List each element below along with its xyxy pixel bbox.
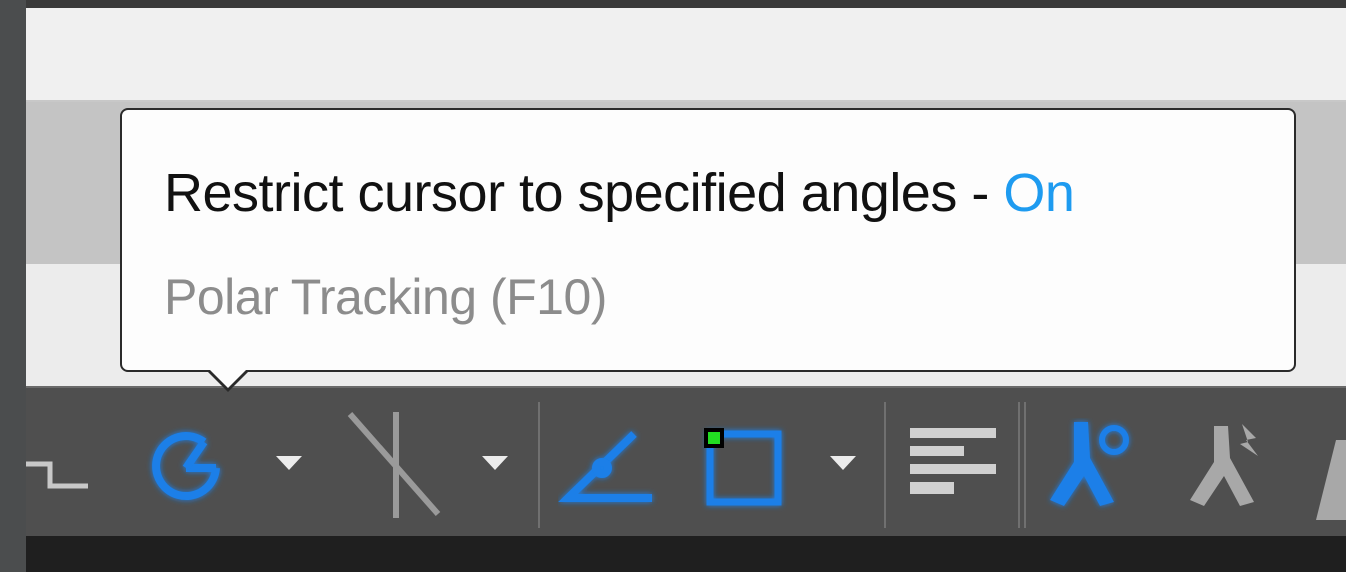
- status-group-separator: [884, 402, 886, 528]
- status-group-separator: [1018, 402, 1020, 528]
- object-snap-icon[interactable]: [698, 422, 788, 512]
- annotation-visibility-icon[interactable]: [1044, 418, 1144, 518]
- title-bar-edge: [26, 0, 1346, 8]
- tooltip-description-text: Restrict cursor to specified angles -: [164, 163, 1004, 223]
- polar-tracking-tooltip: Restrict cursor to specified angles - On…: [120, 108, 1296, 372]
- object-snap-tracking-icon[interactable]: [558, 422, 662, 508]
- toolbar-area: [26, 8, 1346, 100]
- tooltip-state: On: [1003, 163, 1075, 223]
- object-snap-dropdown-icon[interactable]: [826, 450, 862, 474]
- tooltip-command-name: Polar Tracking (F10): [164, 269, 607, 325]
- status-group-separator: [1024, 402, 1026, 528]
- isometric-drafting-dropdown-icon[interactable]: [478, 450, 514, 474]
- isometric-drafting-icon[interactable]: [346, 410, 446, 522]
- status-group-separator: [538, 402, 540, 528]
- auto-scale-icon[interactable]: [1184, 418, 1284, 518]
- drawing-area: [26, 536, 1346, 572]
- ortho-mode-icon[interactable]: [26, 440, 96, 500]
- polar-tracking-dropdown-icon[interactable]: [272, 450, 308, 474]
- tooltip-pointer-fill: [209, 369, 247, 388]
- tooltip-description: Restrict cursor to specified angles - On: [164, 162, 1075, 224]
- annotation-scale-icon[interactable]: [1312, 440, 1346, 520]
- left-frame-edge: [0, 0, 26, 572]
- lineweight-icon[interactable]: [908, 426, 1000, 500]
- polar-tracking-icon[interactable]: [138, 420, 234, 516]
